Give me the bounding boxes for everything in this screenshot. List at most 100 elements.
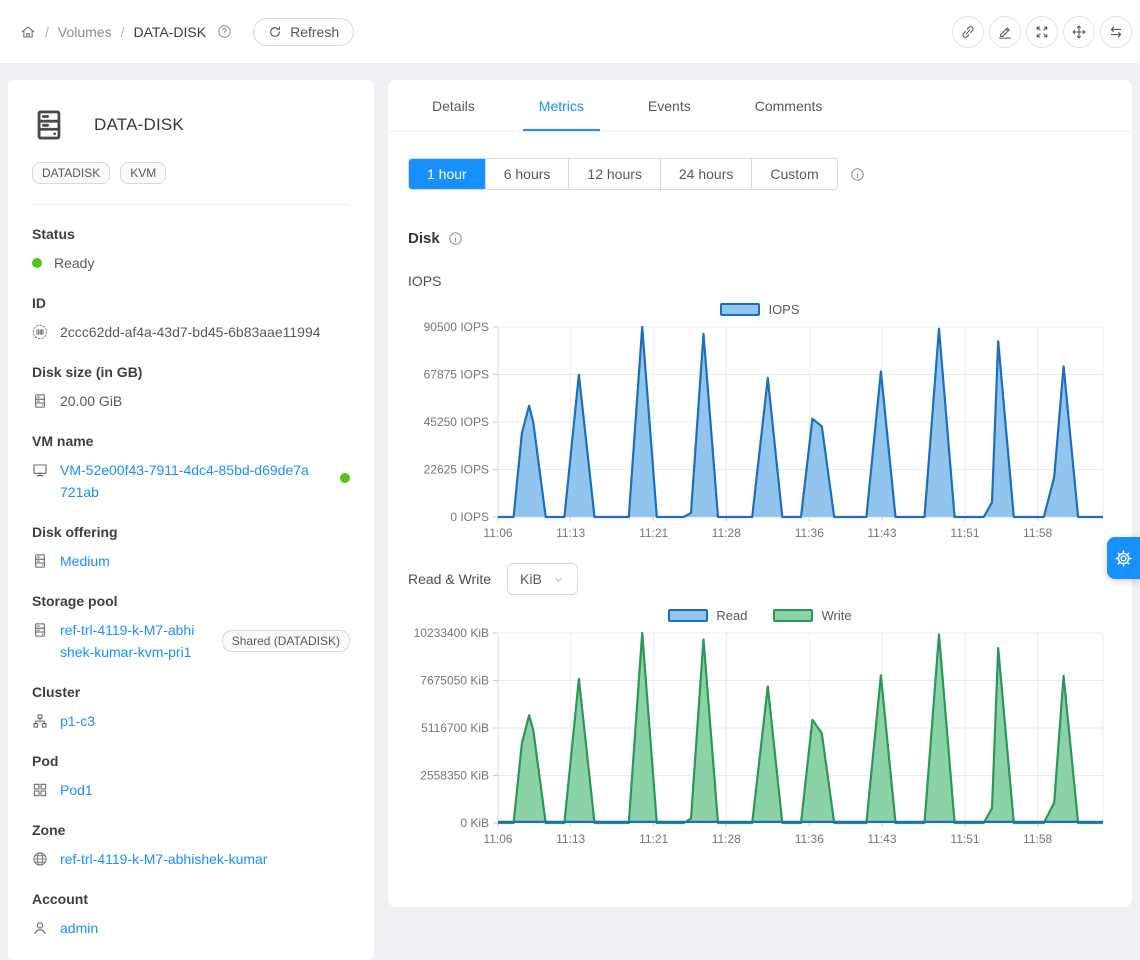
field-value-row: 20.00 GiB (32, 390, 350, 412)
topbar: / Volumes / DATA-DISK Refresh (0, 0, 1140, 64)
legend-swatch (773, 609, 813, 622)
globe-icon (32, 851, 48, 867)
refresh-button[interactable]: Refresh (253, 18, 354, 46)
svg-text:11:58: 11:58 (1023, 526, 1052, 540)
field-label: Account (32, 889, 350, 909)
reload-icon (268, 25, 282, 39)
field-vm-name: VM nameVM-52e00f43-7911-4dc4-85bd-d69de7… (32, 431, 350, 503)
svg-text:11:28: 11:28 (712, 526, 741, 540)
field-value[interactable]: Pod1 (60, 779, 93, 801)
svg-text:22625 IOPS: 22625 IOPS (424, 463, 489, 477)
field-value: Ready (54, 252, 94, 274)
time-range-24-hours[interactable]: 24 hours (660, 159, 751, 189)
migrate-button[interactable] (1100, 16, 1132, 48)
tag-datadisk[interactable]: DATADISK (32, 162, 110, 184)
legend-item-write[interactable]: Write (773, 608, 851, 623)
svg-text:0 IOPS: 0 IOPS (450, 510, 489, 524)
resize-icon (1034, 24, 1050, 40)
field-label: Disk size (in GB) (32, 362, 350, 382)
edit-button[interactable] (989, 16, 1021, 48)
tab-events[interactable]: Events (632, 98, 707, 131)
field-value[interactable]: admin (60, 917, 98, 939)
unit-select[interactable]: KiB (507, 563, 578, 595)
breadcrumb-separator: / (121, 24, 125, 40)
svg-text:11:13: 11:13 (556, 832, 585, 846)
time-range-group: 1 hour6 hours12 hours24 hoursCustom (408, 158, 838, 190)
field-value-row: admin (32, 917, 350, 939)
home-icon[interactable] (20, 24, 36, 40)
vm-status-dot (340, 473, 350, 483)
legend-item-read[interactable]: Read (668, 608, 747, 623)
link-icon (960, 24, 976, 40)
tab-metrics[interactable]: Metrics (523, 98, 600, 131)
chevron-down-icon (552, 573, 565, 586)
field-label: Cluster (32, 682, 350, 702)
field-value-row: ref-trl-4119-k-M7-abhishek-kumar (32, 848, 350, 870)
field-value-row: p1-c3 (32, 710, 350, 732)
divider (32, 204, 350, 205)
field-cluster: Cluster p1-c3 (32, 682, 350, 732)
field-value-row: VM-52e00f43-7911-4dc4-85bd-d69de7a721ab (32, 459, 350, 503)
tab-comments[interactable]: Comments (739, 98, 839, 131)
field-value[interactable]: Medium (60, 550, 110, 572)
disk-icon (32, 622, 48, 638)
info-icon[interactable] (850, 167, 865, 182)
legend-swatch (720, 303, 760, 316)
field-value: 20.00 GiB (60, 390, 122, 412)
help-icon[interactable] (217, 24, 232, 39)
svg-text:10233400 KiB: 10233400 KiB (414, 626, 489, 640)
field-value-row: 2ccc62dd-af4a-43d7-bd45-6b83aae11994 (32, 321, 350, 343)
legend-label: Read (716, 608, 747, 623)
svg-text:67875 IOPS: 67875 IOPS (424, 368, 489, 382)
resize-button[interactable] (1026, 16, 1058, 48)
resource-header: DATA-DISK (32, 108, 350, 142)
time-range-1-hour[interactable]: 1 hour (409, 159, 485, 189)
svg-text:90500 IOPS: 90500 IOPS (424, 320, 489, 334)
details-panel: Details Metrics Events Comments 1 hour6 hou… (388, 80, 1132, 907)
tab-details[interactable]: Details (416, 98, 491, 131)
field-label: Storage pool (32, 591, 350, 611)
unit-select-value: KiB (520, 571, 542, 587)
svg-text:0 KiB: 0 KiB (460, 816, 489, 830)
barcode-icon (32, 324, 48, 340)
resource-title: DATA-DISK (94, 115, 184, 135)
info-icon[interactable] (448, 231, 463, 246)
field-status: Status Ready (32, 224, 350, 274)
legend-swatch (668, 609, 708, 622)
field-value[interactable]: ref-trl-4119-k-M7-abhishek-kumar (60, 848, 267, 870)
svg-text:11:28: 11:28 (712, 832, 741, 846)
link-button[interactable] (952, 16, 984, 48)
move-button[interactable] (1063, 16, 1095, 48)
field-value: 2ccc62dd-af4a-43d7-bd45-6b83aae11994 (60, 321, 321, 343)
svg-text:11:21: 11:21 (639, 832, 668, 846)
svg-text:11:13: 11:13 (556, 526, 585, 540)
disk-icon (32, 393, 48, 409)
disk-section-title: Disk (408, 230, 440, 247)
svg-text:11:51: 11:51 (950, 832, 979, 846)
time-range-12-hours[interactable]: 12 hours (568, 159, 659, 189)
field-value[interactable]: VM-52e00f43-7911-4dc4-85bd-d69de7a721ab (60, 459, 310, 503)
disk-section-title-row: Disk (408, 230, 1112, 247)
scope-tag: Shared (DATADISK) (222, 630, 350, 652)
metrics-panel: 1 hour6 hours12 hours24 hoursCustom Disk… (388, 132, 1132, 855)
time-range-row: 1 hour6 hours12 hours24 hoursCustom (408, 158, 1112, 190)
svg-text:45250 IOPS: 45250 IOPS (424, 415, 489, 429)
breadcrumb-volumes[interactable]: Volumes (58, 24, 112, 40)
settings-gear-button[interactable] (1107, 537, 1140, 579)
user-icon (32, 920, 48, 936)
tag-kvm[interactable]: KVM (120, 162, 166, 184)
page-content: DATA-DISK DATADISKKVM StatusReadyID2ccc6… (0, 64, 1140, 960)
cluster-icon (32, 713, 48, 729)
svg-text:11:36: 11:36 (795, 526, 824, 540)
field-label: Status (32, 224, 350, 244)
field-label: Pod (32, 751, 350, 771)
move-icon (1071, 24, 1087, 40)
field-value[interactable]: ref-trl-4119-k-M7-abhishek-kumar-kvm-pri… (60, 619, 198, 663)
field-value[interactable]: p1-c3 (60, 710, 95, 732)
read-write-chart: 0 KiB2558350 KiB5116700 KiB7675050 KiB10… (408, 623, 1108, 855)
desktop-icon (32, 462, 48, 478)
legend-item-iops[interactable]: IOPS (720, 302, 799, 317)
time-range-6-hours[interactable]: 6 hours (485, 159, 569, 189)
read-write-chart-block: Read & Write KiB ReadWrite 0 KiB2558350 … (408, 563, 1112, 855)
time-range-custom[interactable]: Custom (751, 159, 836, 189)
